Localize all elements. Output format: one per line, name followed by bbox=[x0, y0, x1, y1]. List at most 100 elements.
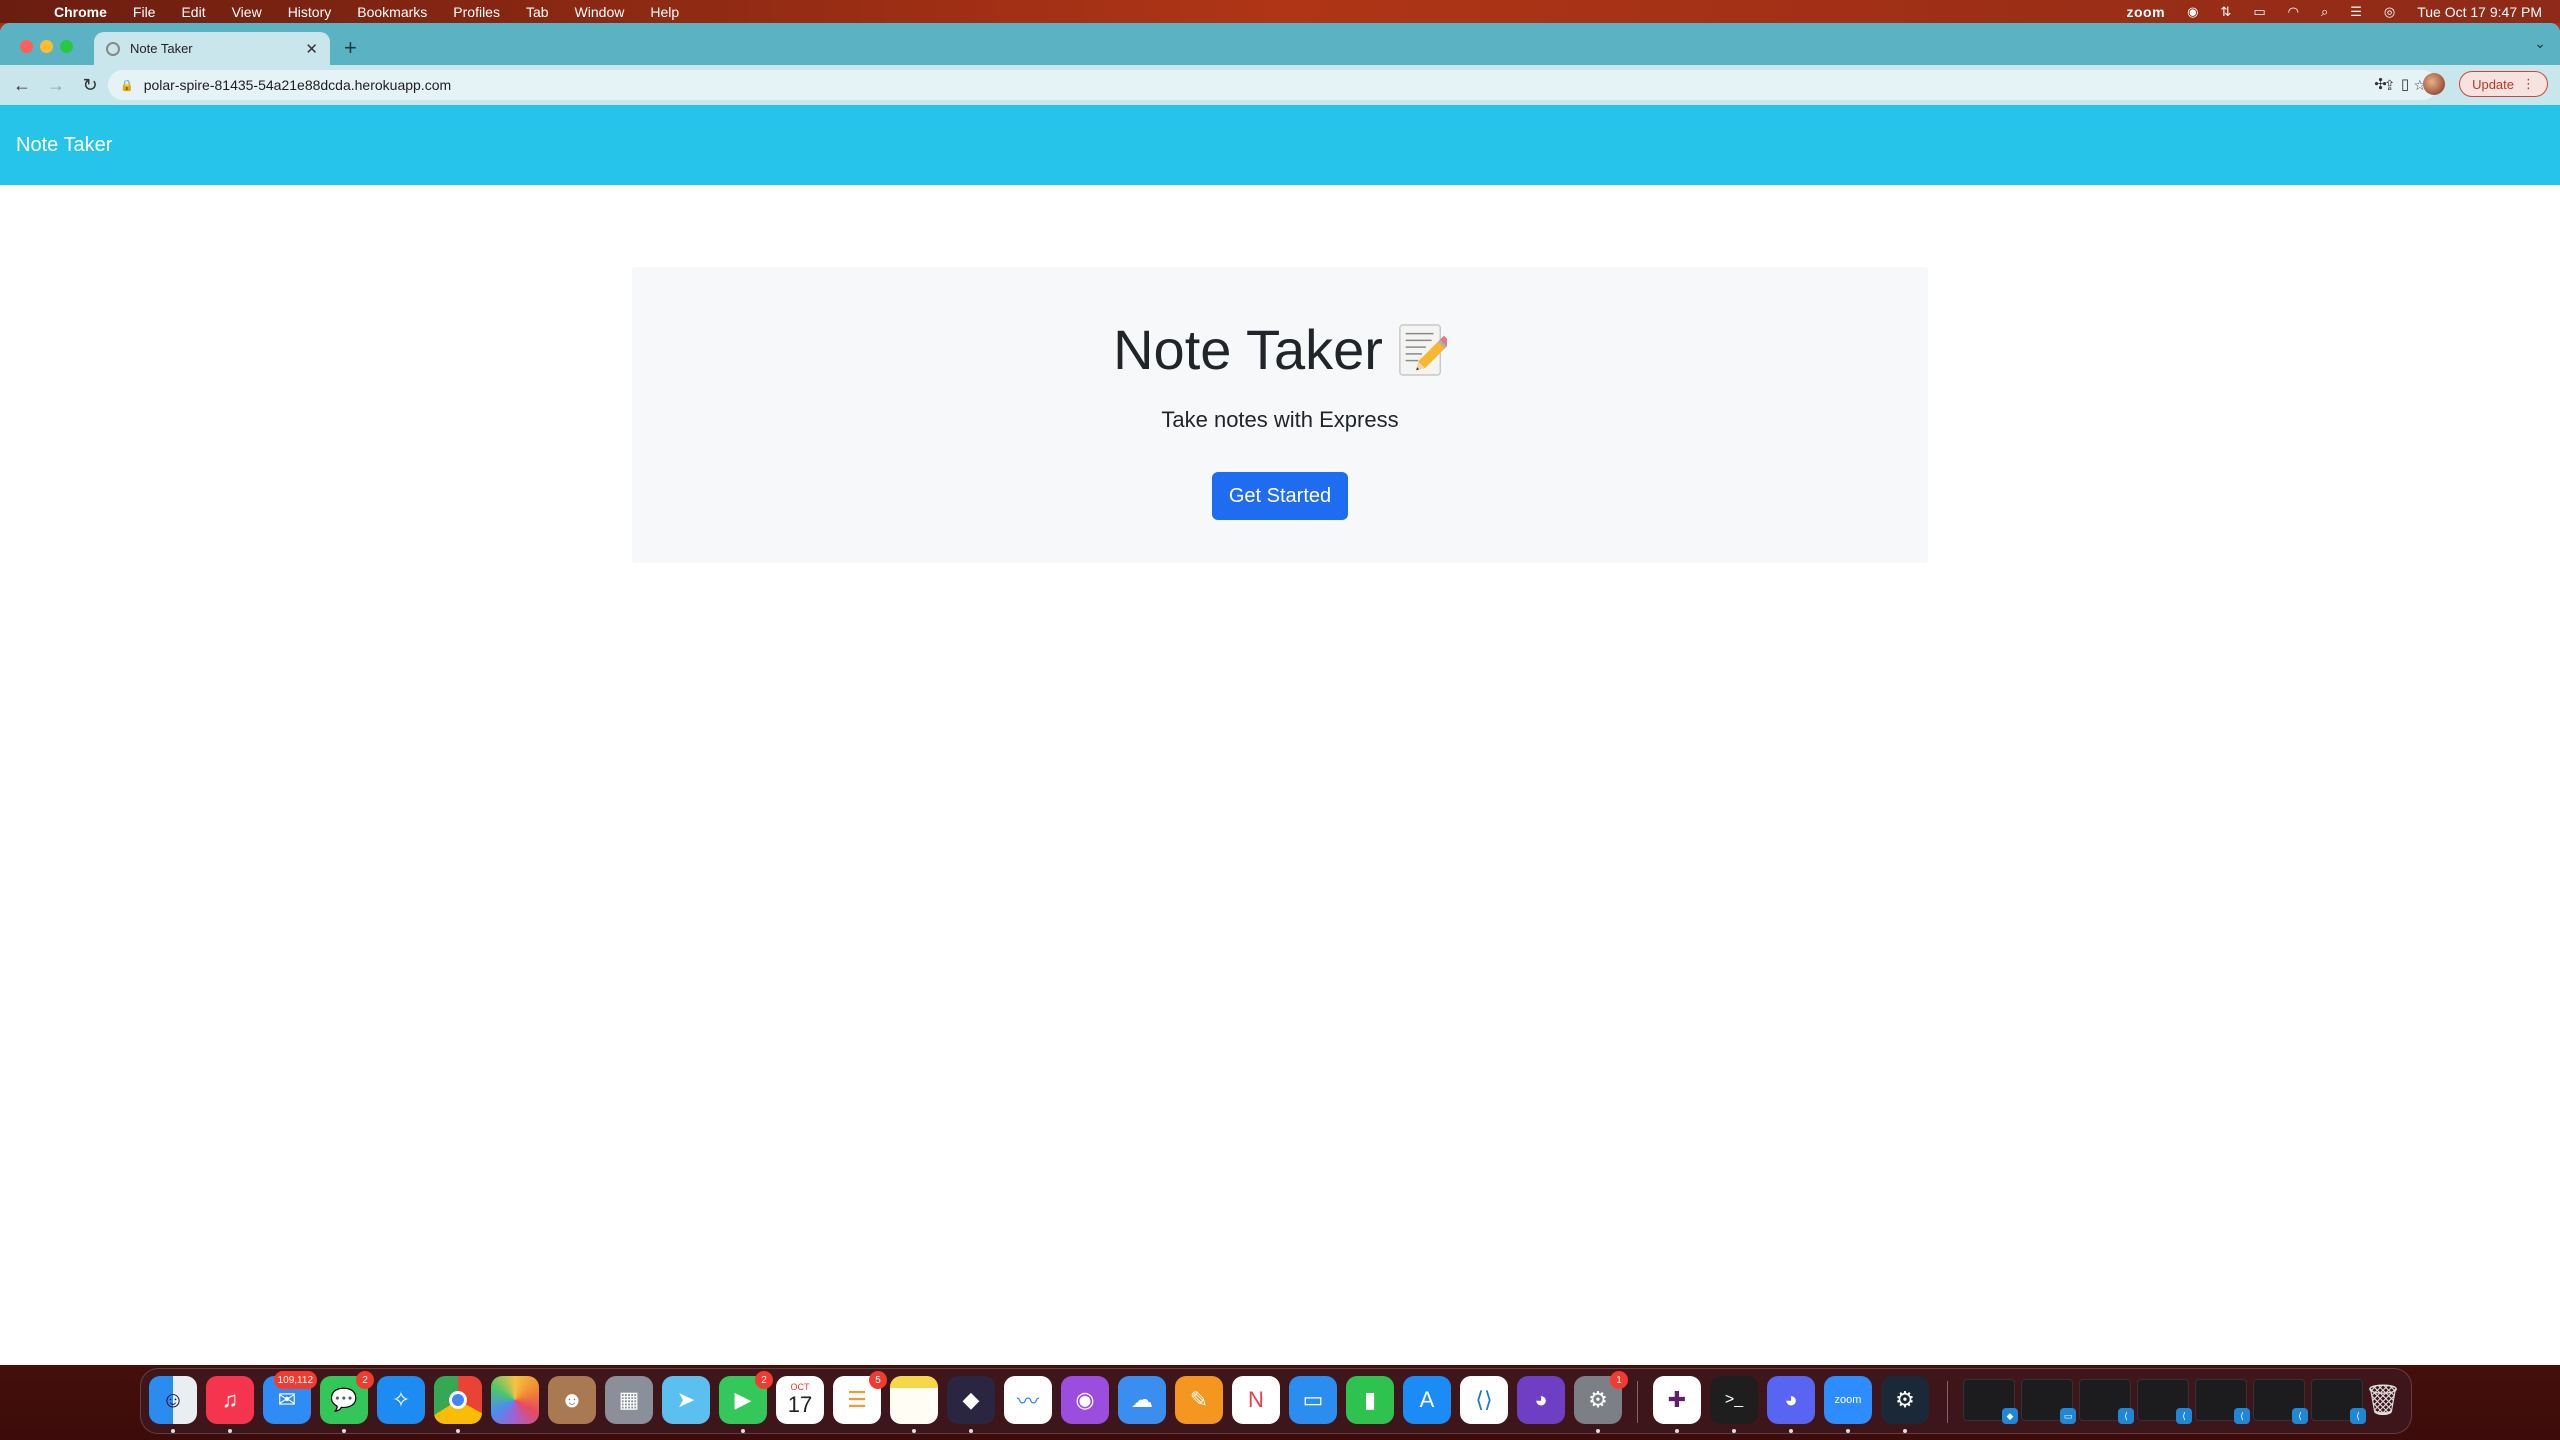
dock-maps[interactable]: ➤ bbox=[662, 1376, 710, 1424]
running-indicator bbox=[969, 1429, 973, 1433]
vscode-mini-icon: ⟨ bbox=[2118, 1408, 2134, 1424]
tab-search-chevron-icon[interactable]: ⌄ bbox=[2534, 35, 2546, 52]
new-tab-button[interactable]: + bbox=[344, 35, 357, 61]
dock-obsidian[interactable]: ◆ bbox=[947, 1376, 995, 1424]
dock-slack[interactable]: ✚ bbox=[1653, 1376, 1701, 1424]
menu-view[interactable]: View bbox=[232, 4, 262, 20]
hero-jumbotron: Note Taker Take notes with Express Get S… bbox=[632, 267, 1928, 563]
tab-close-icon[interactable]: ✕ bbox=[305, 40, 318, 58]
window-minimize-button[interactable] bbox=[40, 40, 53, 53]
dock-notes[interactable] bbox=[890, 1376, 938, 1424]
dock-zoom[interactable]: zoom bbox=[1824, 1376, 1872, 1424]
siri-icon[interactable]: ◎ bbox=[2384, 4, 2395, 20]
dock-numbers[interactable]: ▮ bbox=[1346, 1376, 1394, 1424]
dock-pages[interactable]: ✎ bbox=[1175, 1376, 1223, 1424]
tab-title: Note Taker bbox=[130, 41, 193, 56]
dock-minimized-window[interactable]: ⟨ bbox=[2137, 1379, 2192, 1424]
side-panel-icon[interactable]: ▯ bbox=[2401, 75, 2409, 93]
battery-icon[interactable]: ▭ bbox=[2253, 4, 2265, 20]
dock-podcasts[interactable]: ◉ bbox=[1061, 1376, 1109, 1424]
running-indicator bbox=[1675, 1429, 1679, 1433]
dock-app-store[interactable]: A bbox=[1403, 1376, 1451, 1424]
profile-avatar[interactable] bbox=[2423, 73, 2446, 95]
settings-badge: 1 bbox=[1610, 1371, 1628, 1389]
dock-minimized-window[interactable]: ⟨ bbox=[2311, 1379, 2366, 1424]
vscode-mini-icon: ⟨ bbox=[2176, 1408, 2192, 1424]
hero-title: Note Taker bbox=[632, 317, 1928, 382]
zoom-status-label[interactable]: zoom bbox=[2127, 4, 2166, 20]
running-indicator bbox=[228, 1429, 232, 1433]
dock-chrome[interactable] bbox=[434, 1376, 482, 1424]
dock-photos[interactable] bbox=[491, 1376, 539, 1424]
dock-terminal[interactable]: >_ bbox=[1710, 1376, 1758, 1424]
screen-record-icon[interactable]: ◉ bbox=[2187, 4, 2198, 20]
dock-contacts[interactable]: ☻ bbox=[548, 1376, 596, 1424]
calendar-month: OCT bbox=[790, 1382, 810, 1392]
wifi-icon[interactable]: ◠ bbox=[2288, 4, 2299, 20]
lock-icon[interactable]: 🔒 bbox=[120, 79, 134, 92]
menu-file[interactable]: File bbox=[133, 4, 156, 20]
dock-safari[interactable]: ✧ bbox=[377, 1376, 425, 1424]
dock-facetime[interactable]: ▶ 2 bbox=[719, 1371, 773, 1424]
address-bar[interactable]: 🔒 polar-spire-81435-54a21e88dcda.herokua… bbox=[108, 70, 2438, 100]
site-navbar: Note Taker bbox=[0, 105, 2560, 185]
dock-music[interactable]: ♫ bbox=[206, 1376, 254, 1424]
dock-keynote[interactable]: ▭ bbox=[1289, 1376, 1337, 1424]
chrome-window: Note Taker ✕ + ⌄ ← → ↻ 🔒 polar-spire-814… bbox=[0, 23, 2560, 1365]
dock-reminders[interactable]: ☰ 5 bbox=[833, 1371, 887, 1424]
dock-minimized-window[interactable]: ⟨ bbox=[2253, 1379, 2308, 1424]
back-button[interactable]: ← bbox=[10, 75, 34, 96]
window-maximize-button[interactable] bbox=[60, 40, 73, 53]
update-button-label: Update bbox=[2472, 76, 2514, 92]
finder-mini-icon: ▭ bbox=[2060, 1408, 2076, 1424]
more-options-icon: ⋮ bbox=[2522, 76, 2535, 91]
dock-minimized-window[interactable]: ◆ bbox=[1963, 1379, 2018, 1424]
running-indicator bbox=[741, 1429, 745, 1433]
dock-discord[interactable]: ◕ bbox=[1767, 1376, 1815, 1424]
menu-bookmarks[interactable]: Bookmarks bbox=[357, 4, 427, 20]
control-center-icon[interactable]: ☰ bbox=[2350, 4, 2362, 20]
dock-trash[interactable]: 🗑 bbox=[2359, 1376, 2407, 1424]
menu-edit[interactable]: Edit bbox=[181, 4, 205, 20]
dock-launchpad[interactable]: ▦ bbox=[605, 1376, 653, 1424]
navbar-brand-link[interactable]: Note Taker bbox=[16, 134, 112, 157]
dock-minimized-window[interactable]: ▭ bbox=[2021, 1379, 2076, 1424]
forward-button[interactable]: → bbox=[44, 75, 68, 96]
dock-github-desktop[interactable]: ◕ bbox=[1517, 1376, 1565, 1424]
tab-strip: Note Taker ✕ + ⌄ bbox=[0, 23, 2560, 65]
menu-window[interactable]: Window bbox=[575, 4, 625, 20]
dock-icloud-weather[interactable]: ☁ bbox=[1118, 1376, 1166, 1424]
dock-minimized-window[interactable]: ⟨ bbox=[2195, 1379, 2250, 1424]
dock-calendar[interactable]: OCT 17 bbox=[776, 1376, 824, 1424]
hero-subtitle: Take notes with Express bbox=[1161, 407, 1399, 432]
dock-news[interactable]: N bbox=[1232, 1376, 1280, 1424]
running-indicator bbox=[456, 1429, 460, 1433]
dock-freeform[interactable]: 〰 bbox=[1004, 1376, 1052, 1424]
menu-app-name[interactable]: Chrome bbox=[54, 4, 107, 20]
menu-tab[interactable]: Tab bbox=[526, 4, 549, 20]
spotlight-search-icon[interactable]: ⌕ bbox=[2321, 4, 2328, 20]
menu-help[interactable]: Help bbox=[650, 4, 679, 20]
chrome-update-button[interactable]: Update ⋮ bbox=[2459, 71, 2548, 97]
menu-bar-clock[interactable]: Tue Oct 17 9:47 PM bbox=[2417, 4, 2542, 20]
dock-finder[interactable]: ☺ bbox=[149, 1376, 197, 1424]
window-close-button[interactable] bbox=[20, 40, 33, 53]
menu-history[interactable]: History bbox=[288, 4, 332, 20]
dock-system-settings[interactable]: ⚙ 1 bbox=[1574, 1371, 1628, 1424]
tab-note-taker[interactable]: Note Taker ✕ bbox=[94, 32, 330, 65]
get-started-button[interactable]: Get Started bbox=[1212, 472, 1348, 520]
extensions-puzzle-icon[interactable]: ✣ bbox=[2374, 75, 2387, 93]
menu-profiles[interactable]: Profiles bbox=[453, 4, 500, 20]
browser-toolbar: ← → ↻ 🔒 polar-spire-81435-54a21e88dcda.h… bbox=[0, 65, 2560, 105]
dock-messages[interactable]: 💬 2 bbox=[320, 1371, 374, 1424]
dock-mail[interactable]: ✉ 109,112 bbox=[263, 1371, 317, 1424]
reload-button[interactable]: ↻ bbox=[78, 75, 102, 96]
obsidian-mini-icon: ◆ bbox=[2002, 1408, 2018, 1424]
memo-icon bbox=[1399, 323, 1447, 376]
vpn-icon[interactable]: ⇅ bbox=[2220, 4, 2231, 20]
dock-zoom-label: zoom bbox=[1834, 1394, 1862, 1406]
dock-vscode[interactable]: ⟨⟩ bbox=[1460, 1376, 1508, 1424]
dock-steam[interactable]: ⚙ bbox=[1881, 1376, 1929, 1424]
address-bar-url[interactable]: polar-spire-81435-54a21e88dcda.herokuapp… bbox=[144, 77, 2366, 93]
dock-minimized-window[interactable]: ⟨ bbox=[2079, 1379, 2134, 1424]
